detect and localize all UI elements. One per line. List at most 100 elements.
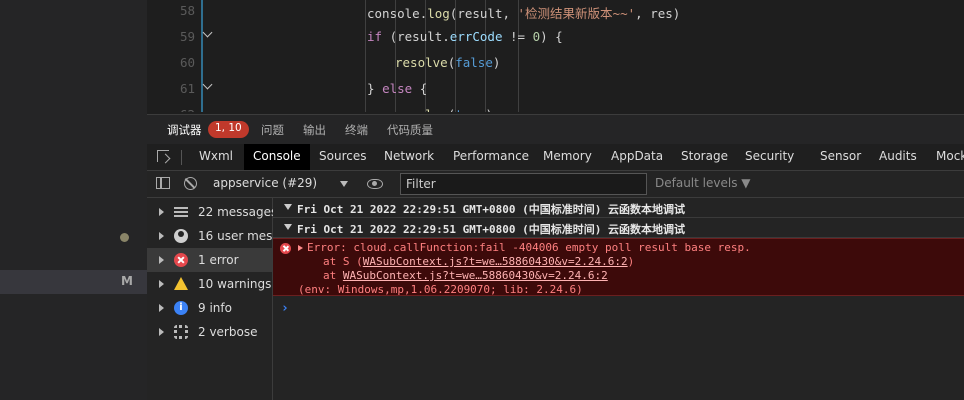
- sidebar-item-label: 22 messages: [198, 205, 278, 219]
- code-line[interactable]: 59 if (result.errCode != 0) {: [147, 26, 964, 52]
- code-token: !=: [502, 29, 533, 44]
- stack-frame-suffix: ): [627, 255, 635, 268]
- sidebar-item-label: 2 verbose: [198, 325, 258, 339]
- code-token: ): [485, 107, 493, 112]
- stack-frame: at WASubContext.js?t=we…58860430&v=2.24.…: [323, 269, 608, 282]
- code-text: resolve(false): [395, 55, 500, 70]
- error-icon: [174, 253, 188, 267]
- error-text: Error: cloud.callFunction:fail -404006 e…: [307, 241, 751, 254]
- tab-terminal[interactable]: 终端: [345, 122, 368, 138]
- inspect-element-icon[interactable]: [157, 150, 169, 162]
- console-group-row[interactable]: Fri Oct 21 2022 22:29:51 GMT+0800 (中国标准时…: [273, 218, 964, 238]
- code-token: errCode: [449, 29, 503, 44]
- line-number: 59: [179, 29, 195, 44]
- expand-arrow-icon[interactable]: [159, 256, 164, 264]
- tab-console[interactable]: Console: [244, 144, 310, 170]
- context-selector[interactable]: appservice (#29): [213, 176, 317, 190]
- verbose-icon: [174, 325, 188, 339]
- code-text: resolve(true): [395, 107, 493, 112]
- tab-audits[interactable]: Audits: [879, 149, 917, 163]
- error-env-text: (env: Windows,mp,1.06.2209070; lib: 2.24…: [298, 283, 583, 296]
- tab-problems[interactable]: 问题: [261, 122, 284, 138]
- code-token: '检测结果新版本~~': [517, 6, 636, 21]
- code-token: }: [367, 81, 383, 96]
- stack-frame-prefix: at S (: [323, 255, 363, 268]
- sidebar-item-errors[interactable]: 1 error: [147, 248, 272, 272]
- code-token: else: [382, 81, 413, 96]
- sidebar-item-info[interactable]: i 9 info: [147, 296, 272, 320]
- expand-caret-icon[interactable]: [284, 204, 292, 210]
- bottom-dock-tabs: 调试器 1, 10 问题 输出 终端 代码质量: [147, 114, 964, 146]
- tab-output[interactable]: 输出: [303, 122, 326, 138]
- code-line[interactable]: 58 console.log(result, '检测结果新版本~~', res): [147, 0, 964, 26]
- expand-arrow-icon[interactable]: [159, 328, 164, 336]
- filter-input[interactable]: [400, 173, 647, 195]
- error-icon: [280, 243, 291, 254]
- sidebar-item-user-messages[interactable]: 16 user mes...: [147, 224, 284, 248]
- tab-storage[interactable]: Storage: [681, 149, 728, 163]
- console-sidebar: 22 messages 16 user mes... 1 error 10 wa…: [147, 198, 284, 400]
- tab-debugger[interactable]: 调试器: [167, 122, 202, 146]
- code-line[interactable]: 61 } else {: [147, 78, 964, 104]
- sidebar-item-verbose[interactable]: 2 verbose: [147, 320, 272, 344]
- code-token: log: [427, 6, 450, 21]
- code-token: {: [412, 81, 428, 96]
- explorer-panel: M: [0, 0, 147, 400]
- tab-code-quality[interactable]: 代码质量: [387, 122, 433, 138]
- user-icon: [174, 229, 188, 243]
- code-token: true: [455, 107, 485, 112]
- code-token: if: [367, 29, 383, 44]
- clear-console-icon[interactable]: [184, 177, 197, 190]
- tab-sensor[interactable]: Sensor: [820, 149, 861, 163]
- expand-arrow-icon[interactable]: [159, 208, 164, 216]
- code-editor[interactable]: 58 console.log(result, '检测结果新版本~~', res)…: [147, 0, 964, 112]
- sidebar-item-warnings[interactable]: 10 warnings: [147, 272, 272, 296]
- expand-arrow-icon[interactable]: [159, 232, 164, 240]
- fold-chevron-icon[interactable]: [202, 80, 214, 92]
- sidebar-item-label: 1 error: [198, 253, 239, 267]
- code-token: (result.: [382, 29, 450, 44]
- tab-mock[interactable]: Mock: [936, 149, 964, 163]
- expand-triangle-icon[interactable]: [298, 245, 303, 251]
- stack-frame-prefix: at: [323, 269, 343, 282]
- console-group-row[interactable]: Fri Oct 21 2022 22:29:51 GMT+0800 (中国标准时…: [273, 198, 964, 218]
- tab-sources[interactable]: Sources: [319, 149, 366, 163]
- stack-frame: at S (WASubContext.js?t=we…58860430&v=2.…: [323, 255, 634, 268]
- code-line[interactable]: 60 resolve(false): [147, 52, 964, 78]
- tab-network[interactable]: Network: [384, 149, 434, 163]
- line-number: 62: [147, 107, 195, 112]
- source-link[interactable]: WASubContext.js?t=we…58860430&v=2.24.6:2: [343, 269, 608, 282]
- error-count-badge: 1, 10: [208, 121, 249, 138]
- console-toolbar: appservice (#29) Default levels ▼: [147, 171, 964, 198]
- console-prompt-icon[interactable]: ›: [281, 301, 289, 316]
- fold-chevron-icon[interactable]: [202, 28, 214, 40]
- tab-appdata[interactable]: AppData: [611, 149, 663, 163]
- expand-arrow-icon[interactable]: [159, 280, 164, 288]
- expand-caret-icon[interactable]: [284, 224, 292, 230]
- source-link[interactable]: WASubContext.js?t=we…58860430&v=2.24.6:2: [363, 255, 628, 268]
- code-token: (result,: [449, 6, 518, 21]
- code-token: resolve: [395, 55, 448, 70]
- code-text: console.log(result, '检测结果新版本~~', res): [367, 3, 680, 22]
- console-messages[interactable]: Fri Oct 21 2022 22:29:51 GMT+0800 (中国标准时…: [273, 198, 964, 400]
- code-token: console: [367, 6, 420, 21]
- chevron-down-icon[interactable]: [340, 181, 348, 187]
- tab-memory[interactable]: Memory: [543, 149, 592, 163]
- expand-arrow-icon[interactable]: [159, 304, 164, 312]
- code-token: , res): [635, 6, 681, 21]
- info-icon: i: [174, 301, 188, 315]
- line-number: 60: [179, 55, 195, 70]
- code-text: } else {: [367, 81, 427, 96]
- tab-security[interactable]: Security: [745, 149, 794, 163]
- console-group-label: Fri Oct 21 2022 22:29:51 GMT+0800 (中国标准时…: [297, 223, 686, 236]
- console-error-message[interactable]: Error: cloud.callFunction:fail -404006 e…: [273, 238, 964, 296]
- sidebar-item-messages[interactable]: 22 messages: [147, 200, 277, 224]
- code-line[interactable]: 62 resolve(true): [147, 104, 964, 112]
- tab-performance[interactable]: Performance: [453, 149, 529, 163]
- sidebar-toggle-icon[interactable]: [156, 177, 170, 189]
- live-expression-eye-icon[interactable]: [367, 179, 383, 189]
- tab-wxml[interactable]: Wxml: [199, 149, 233, 163]
- sidebar-item-label: 9 info: [198, 301, 232, 315]
- code-text: if (result.errCode != 0) {: [367, 29, 563, 44]
- log-levels-dropdown[interactable]: Default levels ▼: [655, 176, 751, 190]
